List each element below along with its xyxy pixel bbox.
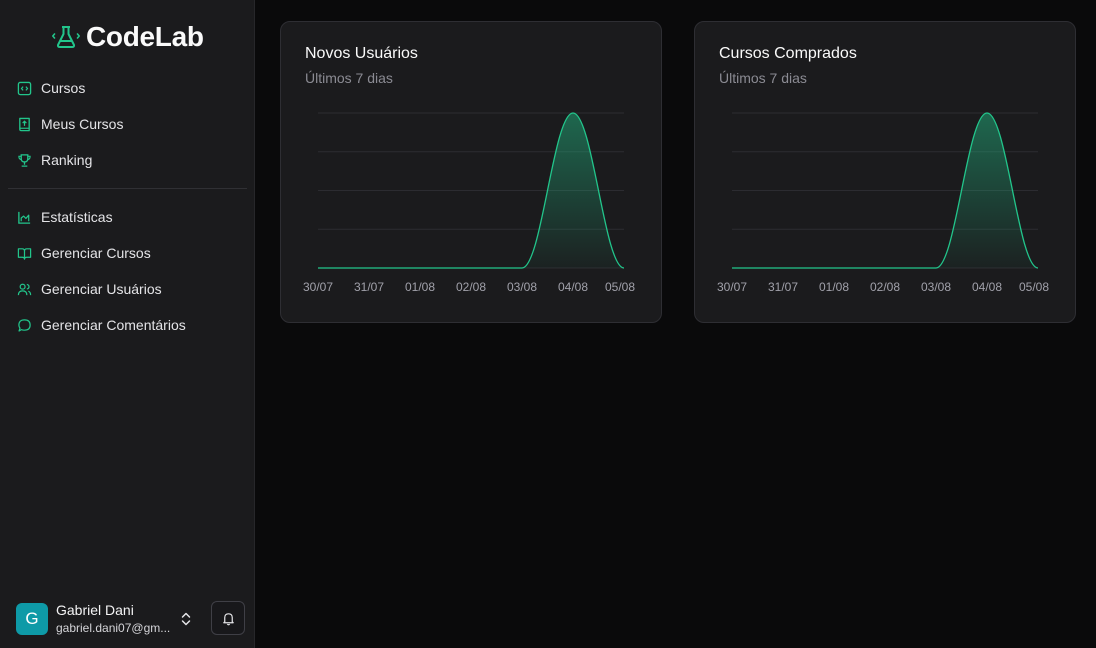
- open-book-icon: [17, 247, 32, 260]
- sidebar-divider: [8, 188, 247, 189]
- brand-logo[interactable]: CodeLab: [52, 20, 204, 54]
- area-chart: 30/07 31/07 01/08 02/08 03/08 04/08 05/08: [303, 112, 635, 294]
- code-square-icon: [17, 81, 32, 95]
- sidebar-item-label: Gerenciar Comentários: [41, 317, 186, 333]
- sidebar-item-label: Ranking: [41, 152, 93, 168]
- avatar: G: [16, 603, 48, 635]
- x-tick-label: 31/07: [768, 280, 798, 294]
- user-email: gabriel.dani07@gm...: [56, 621, 171, 635]
- chart-card-novos-usuarios: Novos Usuários Últimos 7 dias 30/07 31/07…: [280, 21, 662, 323]
- user-menu[interactable]: G Gabriel Dani gabriel.dani07@gm...: [16, 600, 246, 640]
- sidebar-item-label: Gerenciar Usuários: [41, 281, 162, 297]
- sidebar-item-gerenciar-usuarios[interactable]: Gerenciar Usuários: [8, 271, 247, 307]
- x-tick-label: 02/08: [870, 280, 900, 294]
- sidebar-item-cursos[interactable]: Cursos: [8, 70, 247, 106]
- x-tick-label: 05/08: [1019, 280, 1049, 294]
- primary-nav: Cursos Meus Cursos Ranking: [8, 70, 247, 178]
- chart-card-cursos-comprados: Cursos Comprados Últimos 7 dias 30/07 31/…: [694, 21, 1076, 323]
- sidebar-item-meus-cursos[interactable]: Meus Cursos: [8, 106, 247, 142]
- x-tick-label: 31/07: [354, 280, 384, 294]
- sidebar-item-gerenciar-cursos[interactable]: Gerenciar Cursos: [8, 235, 247, 271]
- x-tick-label: 30/07: [303, 280, 333, 294]
- sidebar-item-label: Cursos: [41, 80, 86, 96]
- users-icon: [17, 283, 32, 295]
- sidebar-item-gerenciar-comentarios[interactable]: Gerenciar Comentários: [8, 307, 247, 343]
- x-tick-label: 04/08: [558, 280, 588, 294]
- sidebar: CodeLab Cursos Meus Cursos Ranking Estat…: [0, 0, 255, 648]
- notifications-button[interactable]: [211, 601, 245, 635]
- area-chart: 30/07 31/07 01/08 02/08 03/08 04/08 05/08: [717, 112, 1049, 294]
- book-upload-icon: [19, 117, 30, 131]
- x-tick-label: 05/08: [605, 280, 635, 294]
- x-tick-label: 30/07: [717, 280, 747, 294]
- brand-name: CodeLab: [86, 21, 204, 52]
- x-tick-label: 03/08: [921, 280, 951, 294]
- bell-icon: [222, 612, 234, 625]
- x-tick-label: 04/08: [972, 280, 1002, 294]
- x-tick-label: 02/08: [456, 280, 486, 294]
- admin-nav: Estatísticas Gerenciar Cursos Gerenciar …: [8, 199, 247, 343]
- sidebar-item-estatisticas[interactable]: Estatísticas: [8, 199, 247, 235]
- area-chart-icon: [18, 211, 31, 224]
- x-tick-label: 01/08: [405, 280, 435, 294]
- x-tick-label: 01/08: [819, 280, 849, 294]
- chevrons-up-down-icon[interactable]: [179, 611, 193, 627]
- sidebar-item-label: Gerenciar Cursos: [41, 245, 151, 261]
- user-name: Gabriel Dani: [56, 602, 134, 618]
- sidebar-item-ranking[interactable]: Ranking: [8, 142, 247, 178]
- sidebar-item-label: Meus Cursos: [41, 116, 124, 132]
- trophy-icon: [18, 153, 31, 167]
- x-tick-label: 03/08: [507, 280, 537, 294]
- message-circle-icon: [18, 318, 31, 332]
- sidebar-item-label: Estatísticas: [41, 209, 113, 225]
- flask-icon: [52, 26, 80, 48]
